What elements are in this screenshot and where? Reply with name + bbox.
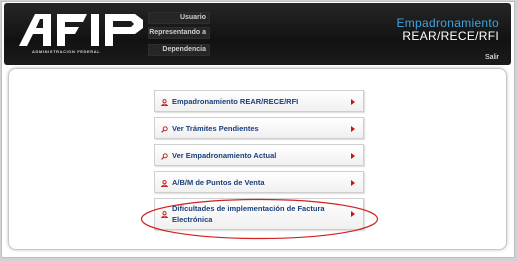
menu-item-empadronamiento-actual[interactable]: Ver Empadronamiento Actual bbox=[154, 144, 364, 166]
menu-item-puntos-de-venta[interactable]: A/B/M de Puntos de Venta bbox=[154, 171, 364, 193]
search-icon bbox=[161, 153, 168, 160]
representando-label: Representando a bbox=[148, 27, 210, 39]
app-title: Empadronamiento REAR/RECE/RFI bbox=[396, 17, 499, 43]
app-title-line2: REAR/RECE/RFI bbox=[402, 29, 499, 43]
logout-link[interactable]: Salir bbox=[485, 54, 499, 61]
menu-item-tramites-pendientes[interactable]: Ver Trámites Pendientes bbox=[154, 117, 364, 139]
header-bar: ADMINISTRACION FEDERAL Usuario Represent… bbox=[4, 3, 511, 65]
afip-logo bbox=[19, 14, 143, 46]
menu-item-label: A/B/M de Puntos de Venta bbox=[172, 178, 265, 187]
user-icon bbox=[161, 180, 168, 187]
menu-item-label: Empadronamiento REAR/RECE/RFI bbox=[172, 97, 299, 106]
menu-item-label: Ver Empadronamiento Actual bbox=[172, 151, 277, 160]
search-icon bbox=[161, 126, 168, 133]
dependencia-label: Dependencia bbox=[148, 44, 210, 56]
chevron-right-icon bbox=[351, 99, 355, 105]
menu-item-label: Ver Trámites Pendientes bbox=[172, 124, 259, 133]
user-info-panel: Usuario Representando a Dependencia bbox=[148, 12, 210, 58]
chevron-right-icon bbox=[351, 126, 355, 132]
highlight-ellipse-annotation bbox=[140, 198, 379, 240]
menu-item-empadronamiento[interactable]: Empadronamiento REAR/RECE/RFI bbox=[154, 90, 364, 112]
chevron-right-icon bbox=[351, 180, 355, 186]
user-icon bbox=[161, 99, 168, 106]
chevron-right-icon bbox=[351, 153, 355, 159]
logo-subtitle: ADMINISTRACION FEDERAL bbox=[32, 49, 101, 54]
usuario-label: Usuario bbox=[148, 12, 210, 24]
